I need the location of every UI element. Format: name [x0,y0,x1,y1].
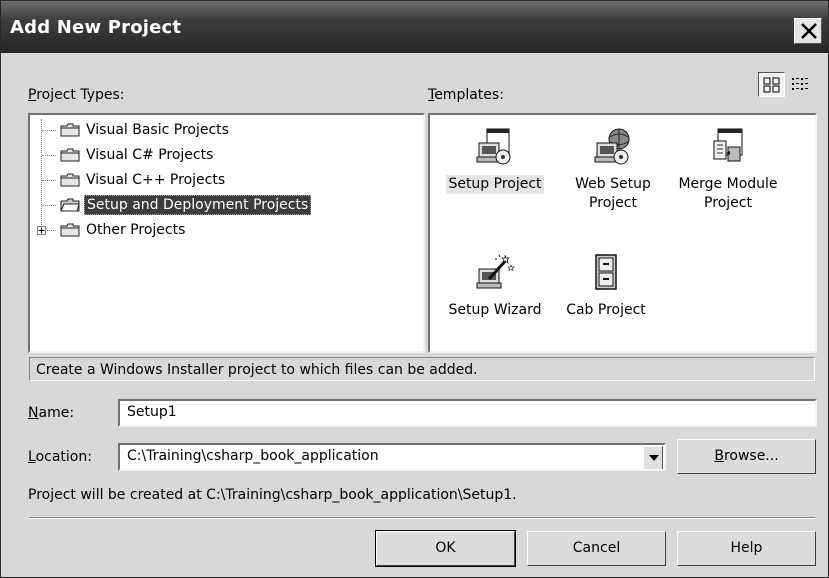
templates-list[interactable]: Setup Project Web Setup Project Merge Modul… [428,113,817,353]
project-path-info: Project will be created at C:\Training\c… [28,487,517,503]
setup-project-icon [439,119,551,175]
template-label: Cab Project [566,302,646,318]
browse-button[interactable]: Browse... [677,439,816,474]
web-setup-project-icon [565,119,661,175]
name-input[interactable]: Setup1 [118,399,817,427]
list-view-icon [792,78,808,90]
template-item[interactable]: Cab Project [557,245,655,320]
tree-item[interactable]: Visual C++ Projects [60,170,227,190]
tree-branch-line [42,130,56,131]
folder-icon [60,223,80,237]
cancel-button[interactable]: Cancel [527,531,666,566]
chevron-down-icon [649,455,659,461]
tree-item-label: Setup and Deployment Projects [84,195,312,215]
close-button[interactable] [794,18,822,44]
folder-icon [60,173,80,187]
template-label: Web Setup Project [575,176,651,211]
dialog-title: Add New Project [10,17,182,38]
tree-item[interactable]: Visual Basic Projects [60,120,231,140]
close-icon [801,23,817,39]
large-icons-view-button[interactable] [758,72,785,97]
template-label: Setup Project [446,175,544,194]
ok-button[interactable]: OK [375,530,516,567]
tree-item-label: Visual Basic Projects [86,122,229,138]
cab-project-icon [557,245,655,301]
name-label: Name: [28,405,75,421]
separator [29,517,815,519]
tree-guide-line [41,119,42,235]
folder-icon [60,123,80,137]
location-combobox[interactable]: C:\Training\csharp_book_application [118,443,666,471]
template-item[interactable]: Setup Project [439,119,551,194]
tree-branch-line [42,155,56,156]
large-icons-icon [763,77,780,93]
template-item[interactable]: Web Setup Project [565,119,661,213]
project-types-label: Project Types: [28,87,125,103]
small-icons-view-button[interactable] [787,72,814,97]
open-folder-icon [60,198,80,212]
template-item[interactable]: Setup Wizard [439,245,551,320]
location-label: Location: [28,449,92,465]
tree-branch-line [42,205,56,206]
project-types-tree[interactable]: Visual Basic Projects Visual C# Projects V… [28,113,425,353]
add-new-project-dialog: Add New Project Project Types: Templates… [0,0,829,578]
tree-item[interactable]: Other Projects [60,220,187,240]
merge-module-project-icon [667,119,789,175]
setup-wizard-icon [439,245,551,301]
location-value: C:\Training\csharp_book_application [127,448,379,464]
tree-item-label: Other Projects [86,222,186,238]
title-bar[interactable]: Add New Project [1,1,828,53]
folder-icon [60,148,80,162]
tree-branch-line [42,180,56,181]
tree-item-label: Visual C# Projects [86,147,214,163]
template-item[interactable]: Merge Module Project [667,119,789,213]
template-label: Setup Wizard [448,302,542,318]
tree-item[interactable]: Visual C# Projects [60,145,215,165]
help-button[interactable]: Help [677,531,816,566]
templates-label: Templates: [428,87,504,103]
tree-item-label: Visual C++ Projects [86,172,226,188]
tree-item[interactable]: Setup and Deployment Projects [60,195,312,215]
expand-icon[interactable] [37,226,46,235]
template-description: Create a Windows Installer project to wh… [29,357,815,381]
location-dropdown-button[interactable] [643,446,663,469]
template-label: Merge Module Project [678,176,778,211]
